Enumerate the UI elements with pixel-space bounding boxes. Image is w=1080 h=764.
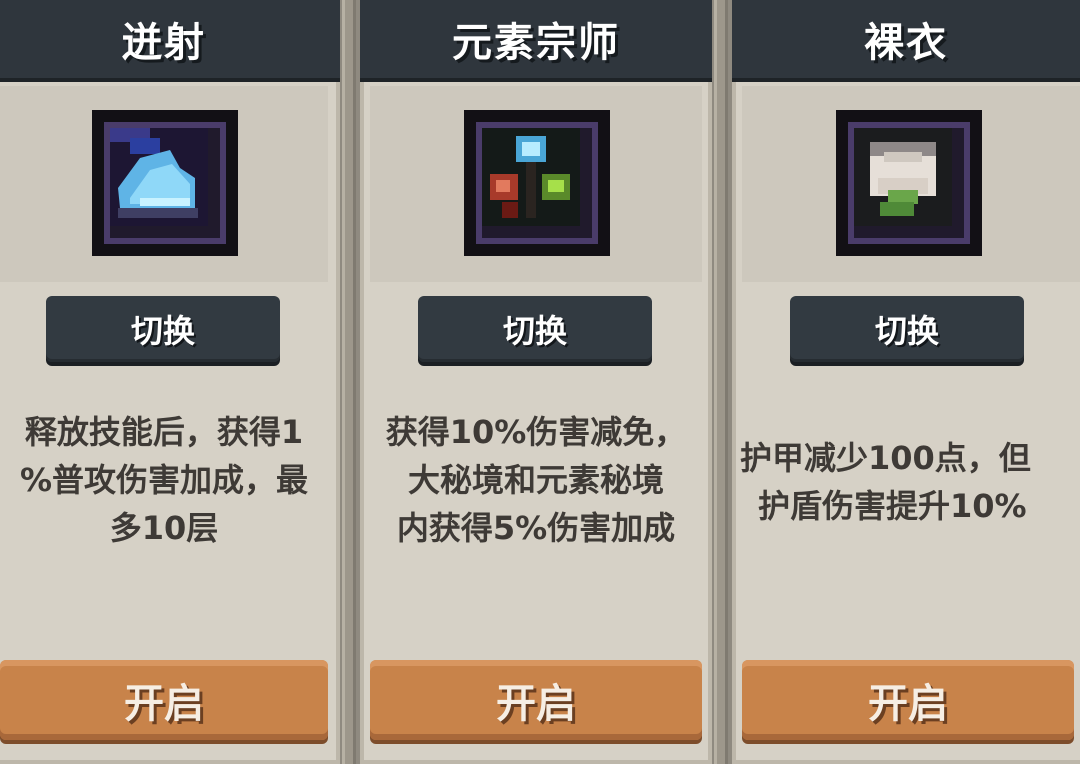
switch-button[interactable]: 切换 (790, 296, 1024, 362)
talent-description: 释放技能后，获得1 %普攻伤害加成，最 多10层 (0, 408, 340, 552)
card-header: 迸射 (0, 0, 340, 82)
card-divider (342, 0, 356, 764)
switch-label: 切换 (502, 312, 567, 350)
talent-card-2: 元素宗师 切换 获得10%伤害减免， 大秘境和元素秘境 内获得5%伤害加成 开启 (360, 0, 712, 764)
open-button[interactable]: 开启 (370, 660, 702, 740)
card-header: 元素宗师 (360, 0, 712, 82)
robe-graphic (854, 128, 952, 226)
talent-description: 护甲减少100点，但 护盾伤害提升10% (740, 434, 1080, 530)
description-line: 护盾伤害提升10% (758, 487, 1027, 525)
talent-card-1: 迸射 切换 释放技能后，获得1 %普攻伤害加成，最 多10层 开启 (0, 0, 340, 764)
element-orbs-icon (464, 110, 610, 256)
ice-shard-icon (92, 110, 238, 256)
card-title: 元素宗师 (452, 20, 620, 66)
switch-button[interactable]: 切换 (418, 296, 652, 362)
ice-shard-graphic (110, 128, 208, 226)
open-button[interactable]: 开启 (0, 660, 328, 740)
open-button[interactable]: 开启 (742, 660, 1074, 740)
element-orbs-graphic (482, 128, 580, 226)
description-line: 释放技能后，获得1 (24, 413, 304, 451)
talent-card-3: 裸衣 切换 护甲减少100点，但 护盾伤害提升10% 开启 (732, 0, 1080, 764)
description-line: 多10层 (109, 509, 219, 547)
open-label: 开启 (868, 681, 948, 727)
description-line: 获得10%伤害减免， (385, 413, 687, 451)
description-line: 大秘境和元素秘境 (407, 461, 664, 499)
switch-label: 切换 (130, 312, 195, 350)
open-label: 开启 (124, 681, 204, 727)
switch-button[interactable]: 切换 (46, 296, 280, 362)
robe-icon (836, 110, 982, 256)
switch-label: 切换 (874, 312, 939, 350)
description-line: 内获得5%伤害加成 (396, 509, 676, 547)
card-header: 裸衣 (732, 0, 1080, 82)
open-label: 开启 (496, 681, 576, 727)
card-divider (714, 0, 728, 764)
talent-description: 获得10%伤害减免， 大秘境和元素秘境 内获得5%伤害加成 (360, 408, 712, 552)
card-title: 迸射 (122, 20, 206, 66)
description-line: %普攻伤害加成，最 (19, 461, 309, 499)
card-title: 裸衣 (864, 20, 948, 66)
description-line: 护甲减少100点，但 (740, 439, 1031, 477)
